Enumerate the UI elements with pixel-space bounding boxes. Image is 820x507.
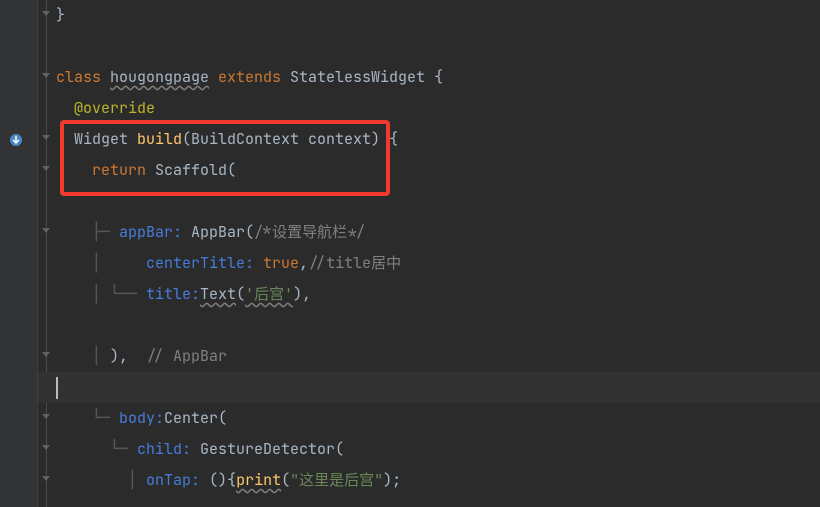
fold-toggle-icon[interactable] <box>40 134 52 146</box>
code-line[interactable]: } <box>56 0 820 31</box>
fold-toggle-icon[interactable] <box>40 351 52 363</box>
fold-toggle-icon[interactable] <box>40 475 52 487</box>
fold-toggle-icon[interactable] <box>40 227 52 239</box>
fold-toggle-icon[interactable] <box>40 413 52 425</box>
code-line[interactable]: └─ child: GestureDetector( <box>56 434 820 465</box>
fold-toggle-icon[interactable] <box>40 10 52 22</box>
fold-toggle-icon[interactable] <box>40 165 52 177</box>
gutter <box>0 0 38 507</box>
fold-toggle-icon[interactable] <box>40 72 52 84</box>
override-marker-icon[interactable] <box>8 128 24 144</box>
code-line[interactable]: return Scaffold( <box>56 155 820 186</box>
code-line[interactable]: │ centerTitle: true,//title居中 <box>56 248 820 279</box>
code-line[interactable]: Widget build(BuildContext context) { <box>56 124 820 155</box>
code-line[interactable]: ├─ appBar: AppBar(/*设置导航栏*/ <box>56 217 820 248</box>
code-line[interactable]: class hougongpage extends StatelessWidge… <box>56 62 820 93</box>
code-line[interactable] <box>56 310 820 341</box>
code-line[interactable] <box>56 31 820 62</box>
text-caret <box>56 377 58 399</box>
code-line[interactable]: @override <box>56 93 820 124</box>
code-line[interactable] <box>56 186 820 217</box>
code-line[interactable]: └─ body:Center( <box>56 403 820 434</box>
code-line[interactable]: │ onTap: (){print("这里是后宫"); <box>56 465 820 496</box>
code-line[interactable] <box>56 372 820 403</box>
code-line[interactable]: │ └── title:Text('后宫'), <box>56 279 820 310</box>
code-line[interactable]: │ ), // AppBar <box>56 341 820 372</box>
fold-toggle-icon[interactable] <box>40 444 52 456</box>
code-editor[interactable]: } class hougongpage extends StatelessWidg… <box>56 0 820 496</box>
